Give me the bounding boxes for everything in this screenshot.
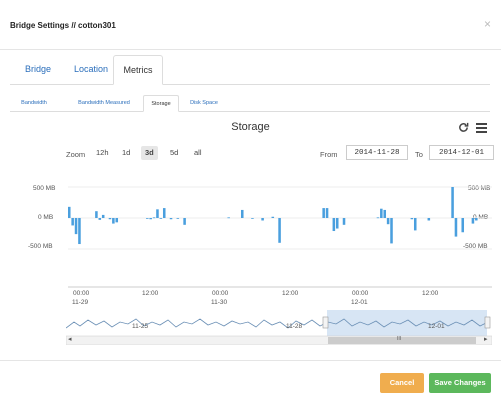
cancel-button[interactable]: Cancel [380,373,424,393]
x-tick-0-time: 00:00 [73,290,90,297]
bar-2 [74,218,78,235]
y-tick-0: 0 MB [38,214,54,221]
subtab-disk-space[interactable]: Disk Space [182,95,226,111]
zoom-all-button[interactable]: all [190,146,206,160]
bar-12 [108,218,112,220]
bar-32 [176,218,180,219]
bar-54 [251,218,254,219]
bar-78 [332,218,336,232]
settings-tabs: Bridge Location Metrics [10,55,490,85]
bar-47 [227,217,230,219]
zoom-label: Zoom [66,150,86,159]
bar-79 [335,218,339,229]
x-tick-4-date: 12-01 [351,299,368,306]
subtab-bandwidth-measured[interactable]: Bandwidth Measured [66,95,142,111]
bar-101 [410,218,414,220]
modal-footer [0,360,501,397]
bridge-settings-modal: Bridge Settings // cotton301 × Bridge Lo… [0,0,501,397]
bar-9 [98,218,102,220]
bar-114 [454,218,458,237]
from-label: From [320,150,338,159]
y-tick-500: 500 MB [33,185,56,192]
bar-25 [152,217,156,219]
metrics-subtabs: Bandwidth Bandwidth Measured Storage Dis… [10,95,490,112]
tab-bridge[interactable]: Bridge [18,55,58,83]
bar-24 [149,218,152,220]
from-date-input[interactable]: 2014-11-28 [346,145,408,160]
scroll-right-arrow[interactable]: ▸ [484,335,488,343]
bar-28 [162,208,166,218]
bar-60 [271,216,275,218]
bar-26 [156,209,159,218]
bar-81 [342,218,346,225]
close-icon[interactable]: × [484,17,491,31]
bar-106 [427,218,431,221]
bar-0 [68,206,71,218]
bar-113 [451,187,454,218]
x-tick-2-date: 11-30 [211,299,228,306]
bar-51 [240,209,244,218]
modal-header: Bridge Settings // cotton301 × [0,0,501,50]
save-changes-button[interactable]: Save Changes [429,373,491,393]
y-tick-neg500: -500 MB [28,243,53,250]
bar-23 [146,218,149,219]
bar-34 [183,218,186,225]
bar-1 [71,218,74,226]
x-tick-1-time: 12:00 [142,290,159,297]
x-tick-0-date: 11-29 [72,299,89,306]
bar-62 [278,218,281,243]
bar-13 [112,218,115,224]
bar-92 [380,208,383,218]
zoom-12h-button[interactable]: 12h [92,146,113,160]
navigator-label-3: 12-01 [428,323,445,330]
bar-93 [383,209,386,218]
bar-14 [115,218,119,223]
bar-57 [261,218,264,221]
zoom-1d-button[interactable]: 1d [118,146,134,160]
scroll-grip[interactable]: III [397,336,401,342]
bar-91 [376,217,380,219]
bar-102 [413,218,417,231]
navigator-label-2: 11-28 [286,323,303,330]
y-tick-right-500: 500 MB [468,185,491,192]
y-tick-right-0: 0 MB [473,214,489,221]
bar-76 [325,208,329,218]
x-tick-2-time: 00:00 [212,290,229,297]
chart-title: Storage [231,121,270,133]
bar-3 [78,218,81,245]
modal-title: Bridge Settings // cotton301 [10,21,116,30]
zoom-3d-button[interactable]: 3d [141,146,158,160]
tab-location[interactable]: Location [67,55,115,83]
tab-metrics[interactable]: Metrics [113,55,163,85]
to-label: To [415,150,423,159]
range-navigator[interactable]: 11-25 11-28 12-01 ◂ III ▸ [66,310,492,345]
bar-94 [386,218,390,225]
refresh-icon[interactable] [458,122,469,136]
bar-95 [390,218,393,244]
x-tick-5-time: 12:00 [422,290,439,297]
navigator-label-1: 11-25 [132,323,149,330]
subtab-bandwidth[interactable]: Bandwidth [12,95,56,111]
x-tick-3-time: 12:00 [282,290,299,297]
bar-30 [169,218,173,220]
subtab-storage[interactable]: Storage [143,95,179,112]
menu-icon[interactable] [476,123,487,136]
bar-27 [159,218,163,219]
y-tick-right-neg500: -500 MB [463,243,488,250]
bar-116 [461,218,465,233]
zoom-5d-button[interactable]: 5d [166,146,182,160]
bar-10 [101,214,105,218]
x-tick-4-time: 00:00 [352,290,369,297]
to-date-input[interactable]: 2014-12-01 [429,145,494,160]
scroll-left-arrow[interactable]: ◂ [68,335,72,343]
bar-75 [322,208,325,218]
bar-8 [95,211,98,218]
